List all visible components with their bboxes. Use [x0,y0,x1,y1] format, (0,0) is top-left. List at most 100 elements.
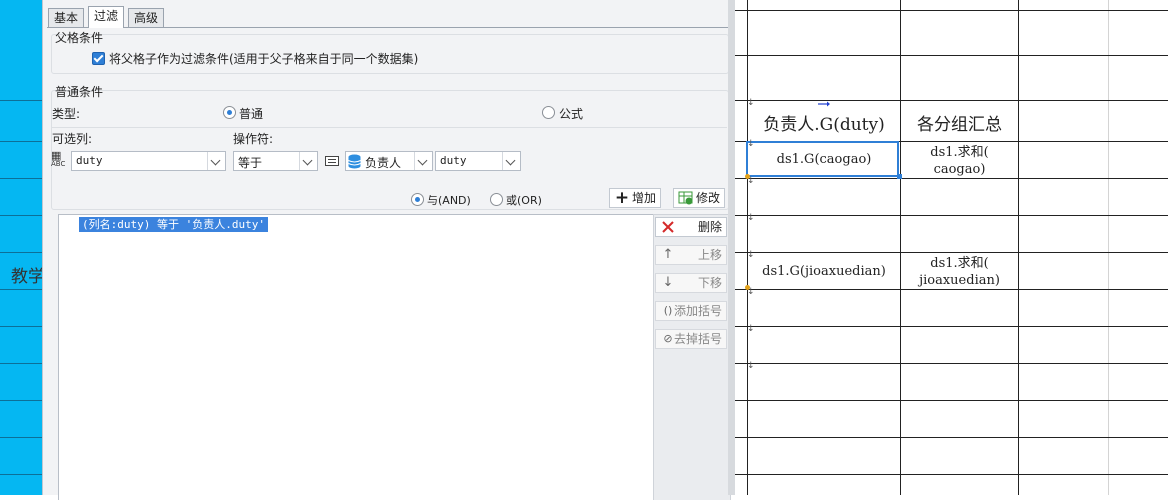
header-cell-group-summary[interactable]: 各分组汇总 [901,110,1018,135]
bracket-icon: () [663,304,673,317]
chevron-down-icon[interactable] [414,152,432,170]
cell-sum-caogao[interactable]: ds1.求和( caogao) [901,144,1018,178]
parent-condition-label: 父格条件 [55,31,104,45]
row-divider [735,178,1168,179]
column-divider [1108,0,1109,495]
arrow-down-icon: ↓ [662,275,674,290]
row-divider [735,363,1168,364]
chevron-down-icon[interactable] [299,152,317,170]
parent-filter-checkbox-label: 将父格子作为过滤条件(适用于父子格来自于同一个数据集) [109,52,419,66]
keyboard-icon[interactable] [325,155,339,167]
row-divider [735,326,1168,327]
column-divider [1018,0,1019,495]
edit-table-icon [678,191,693,205]
spreadsheet-grid[interactable]: 负责人.G(duty) 各分组汇总 ds1.G(caogao) ds1.求和( … [735,0,1168,495]
add-button-label: 增加 [631,191,656,205]
tab-filter[interactable]: 过滤 [88,6,125,28]
add-bracket-label: 添加括号 [673,304,722,318]
filter-tab-panel: 父格条件 将父格子作为过滤条件(适用于父子格来自于同一个数据集) 普通条件 类型… [47,27,733,500]
row-divider [0,215,42,216]
column-divider [900,0,901,495]
row-divider [735,100,1168,101]
logic-or-label: 或(OR) [506,194,542,207]
down-expand-marker-icon: ↓ [747,324,755,334]
remove-bracket-button[interactable]: ⊘ 去掉括号 [655,329,727,349]
cell-sum-jioaxuedian[interactable]: ds1.求和( jioaxuedian) [901,255,1018,289]
row-divider [735,289,1168,290]
type-label: 类型: [52,107,81,121]
dataset-select[interactable]: 负责人 [345,151,433,171]
cell-dot-icon [745,174,750,179]
move-up-label: 上移 [697,248,722,262]
parent-filter-checkbox[interactable] [92,52,105,65]
row-divider [735,252,1168,253]
modify-condition-button[interactable]: 修改 [673,188,725,208]
row-divider [735,55,1168,56]
abc-text-icon: ▦ ABC [51,149,66,168]
row-divider [735,437,1168,438]
field-select-value: duty [440,154,467,167]
cell-dot-icon [745,285,750,290]
logic-or-radio[interactable] [490,193,503,206]
type-normal-label: 普通 [239,107,264,121]
condition-list[interactable]: (列名:duty) 等于 '负责人.duty' [58,214,654,500]
row-divider [0,363,42,364]
dataset-select-value: 负责人 [365,156,402,170]
type-normal-radio[interactable] [223,106,236,119]
remove-bracket-label: 去掉括号 [673,332,722,346]
row-divider [735,10,1168,11]
expand-right-arrow-icon [818,101,830,107]
row-divider [0,100,42,101]
row-divider [0,474,42,475]
partial-cell-text: 教学 [11,267,45,287]
row-divider [0,252,42,253]
filter-dialog: 基本 过滤 高级 父格条件 将父格子作为过滤条件(适用于父子格来自于同一个数据集… [42,0,735,500]
operator-select[interactable]: 等于 [233,151,318,171]
add-bracket-button[interactable]: () 添加括号 [655,301,727,321]
database-icon [348,154,361,169]
tab-advanced[interactable]: 高级 [128,8,165,28]
move-down-button[interactable]: ↓ 下移 [655,273,727,293]
delete-x-icon [662,221,674,233]
move-up-button[interactable]: ↑ 上移 [655,245,727,265]
down-expand-marker-icon: ↓ [747,250,755,260]
normal-condition-label: 普通条件 [55,85,104,99]
down-expand-marker-icon: ↓ [747,213,755,223]
add-condition-button[interactable]: + 增加 [609,188,661,208]
row-divider [0,289,42,290]
arrow-up-icon: ↑ [662,247,674,262]
cell-jioaxuedian[interactable]: ds1.G(jioaxuedian) [748,264,900,279]
chevron-down-icon[interactable] [502,152,520,170]
logic-and-radio[interactable] [411,193,424,206]
type-formula-label: 公式 [559,107,584,121]
header-cell-duty[interactable]: 负责人.G(duty) [748,110,900,135]
field-select[interactable]: duty [435,151,521,171]
move-down-label: 下移 [697,276,722,290]
column-select[interactable]: duty [71,151,226,171]
left-column-strip [0,0,42,495]
delete-condition-button[interactable]: 删除 [655,217,727,237]
dialog-shadow [728,0,735,495]
down-expand-marker-icon: ↓ [747,98,755,108]
down-expand-marker-icon: ↓ [747,139,755,149]
row-divider [0,141,42,142]
modify-button-label: 修改 [695,191,720,205]
cell-line: caogao) [933,162,986,177]
chevron-down-icon[interactable] [207,152,225,170]
operator-label: 操作符: [233,132,274,146]
cell-line: jioaxuedian) [919,273,1000,288]
condition-item[interactable]: (列名:duty) 等于 '负责人.duty' [79,217,268,232]
row-divider [0,400,42,401]
row-divider [735,400,1168,401]
row-divider [735,474,1168,475]
condition-actions-panel: 删除 ↑ 上移 ↓ 下移 () 添加括号 ⊘ 去掉括号 [653,214,731,500]
operator-select-value: 等于 [238,156,263,170]
row-divider [0,326,42,327]
cell-caogao[interactable]: ds1.G(caogao) [748,152,900,167]
row-divider [735,215,1168,216]
tab-basic[interactable]: 基本 [48,8,85,28]
type-formula-radio[interactable] [542,106,555,119]
separator [51,127,727,128]
column-select-value: duty [76,154,103,167]
cell-line: ds1.求和( [930,256,989,271]
